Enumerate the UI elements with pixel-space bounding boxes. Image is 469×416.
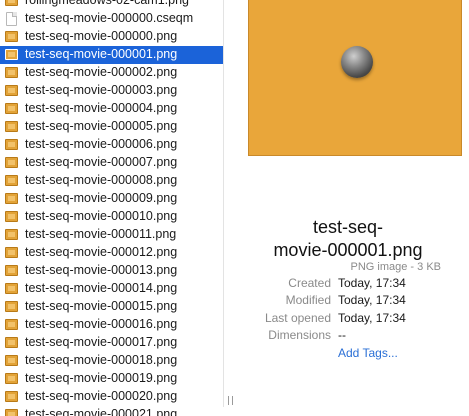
image-file-icon	[5, 103, 18, 114]
image-file-icon	[5, 283, 18, 294]
info-label: Modified	[285, 293, 331, 307]
file-name: test-seq-movie-000020.png	[25, 389, 178, 403]
info-label: Last opened	[264, 311, 331, 325]
file-name: test-seq-movie-000019.png	[25, 371, 178, 385]
file-row[interactable]: test-seq-movie-000011.png	[0, 226, 223, 244]
info-label: Dimensions	[268, 328, 331, 342]
preview-title-line2: movie-000001.png	[273, 240, 423, 260]
file-row[interactable]: test-seq-movie-000006.png	[0, 136, 223, 154]
image-file-icon	[5, 49, 18, 60]
image-file-icon	[5, 265, 18, 276]
file-name: test-seq-movie-000015.png	[25, 299, 178, 313]
file-row[interactable]: test-seq-movie-000005.png	[0, 118, 223, 136]
file-row[interactable]: test-seq-movie-000008.png	[0, 172, 223, 190]
file-row[interactable]: test-seq-movie-000009.png	[0, 190, 223, 208]
image-file-icon	[5, 175, 18, 186]
file-row[interactable]: test-seq-movie-000021.png	[0, 406, 223, 416]
file-name: test-seq-movie-000017.png	[25, 335, 178, 349]
file-name: test-seq-movie-000012.png	[25, 245, 178, 259]
file-name: test-seq-movie-000001.png	[25, 47, 178, 61]
file-name: rollingmeadows-02-cam1.png	[25, 0, 189, 7]
file-row[interactable]: test-seq-movie-000010.png	[0, 208, 223, 226]
preview-kind: PNG image - 3 KB	[350, 261, 441, 273]
image-file-icon	[5, 139, 18, 150]
file-name: test-seq-movie-000006.png	[25, 137, 178, 151]
info-label: Created	[288, 276, 331, 290]
file-name: test-seq-movie-000007.png	[25, 155, 178, 169]
image-file-icon	[5, 247, 18, 258]
image-file-icon	[5, 373, 18, 384]
resize-grip-icon[interactable]	[228, 396, 233, 405]
file-row[interactable]: test-seq-movie-000004.png	[0, 100, 223, 118]
add-tags-link[interactable]: Add Tags...	[338, 346, 398, 360]
file-name: test-seq-movie-000000.png	[25, 29, 178, 43]
file-row[interactable]: test-seq-movie-000020.png	[0, 388, 223, 406]
image-file-icon	[5, 229, 18, 240]
image-file-icon	[5, 355, 18, 366]
file-name: test-seq-movie-000011.png	[25, 227, 177, 241]
file-name: test-seq-movie-000010.png	[25, 209, 178, 223]
sphere-graphic	[341, 46, 373, 78]
file-row[interactable]: test-seq-movie-000017.png	[0, 334, 223, 352]
file-name: test-seq-movie-000021.png	[25, 407, 178, 416]
info-row-last-opened: Last opened Today, 17:34	[237, 311, 469, 328]
file-name: test-seq-movie-000009.png	[25, 191, 178, 205]
file-row[interactable]: test-seq-movie-000019.png	[0, 370, 223, 388]
file-name: test-seq-movie-000014.png	[25, 281, 178, 295]
file-row[interactable]: test-seq-movie-000016.png	[0, 316, 223, 334]
info-value: Today, 17:34	[338, 276, 406, 290]
file-row[interactable]: test-seq-movie-000015.png	[0, 298, 223, 316]
image-file-icon	[5, 121, 18, 132]
info-row-created: Created Today, 17:34	[237, 276, 469, 293]
file-name: test-seq-movie-000016.png	[25, 317, 178, 331]
file-name: test-seq-movie-000008.png	[25, 173, 178, 187]
file-row[interactable]: rollingmeadows-02-cam1.png	[0, 0, 223, 10]
file-row[interactable]: test-seq-movie-000002.png	[0, 64, 223, 82]
preview-title-line1: test-seq-	[312, 217, 384, 237]
info-value: Today, 17:34	[338, 293, 406, 307]
image-file-icon	[5, 0, 18, 6]
file-name: test-seq-movie-000013.png	[25, 263, 178, 277]
file-row[interactable]: test-seq-movie-000007.png	[0, 154, 223, 172]
image-file-icon	[5, 409, 18, 416]
file-row[interactable]: test-seq-movie-000000.cseqm	[0, 10, 223, 28]
file-row[interactable]: test-seq-movie-000000.png	[0, 28, 223, 46]
preview-title: test-seq- movie-000001.png	[237, 216, 459, 262]
preview-thumbnail	[248, 0, 462, 156]
file-name: test-seq-movie-000003.png	[25, 83, 178, 97]
image-file-icon	[5, 301, 18, 312]
image-file-icon	[5, 319, 18, 330]
file-row[interactable]: test-seq-movie-000018.png	[0, 352, 223, 370]
image-file-icon	[5, 391, 18, 402]
image-file-icon	[5, 67, 18, 78]
info-row-modified: Modified Today, 17:34	[237, 293, 469, 310]
file-list[interactable]: rollingmeadows-02-cam1.png test-seq-movie…	[0, 0, 223, 416]
image-file-icon	[5, 157, 18, 168]
image-file-icon	[5, 211, 18, 222]
image-file-icon	[5, 85, 18, 96]
document-file-icon	[6, 12, 17, 26]
file-name: test-seq-movie-000005.png	[25, 119, 178, 133]
info-value: --	[338, 328, 346, 342]
preview-pane: test-seq- movie-000001.png PNG image - 3…	[237, 0, 469, 407]
file-name: test-seq-movie-000000.cseqm	[25, 11, 194, 25]
file-row[interactable]: test-seq-movie-000014.png	[0, 280, 223, 298]
file-row[interactable]: test-seq-movie-000012.png	[0, 244, 223, 262]
file-name: test-seq-movie-000004.png	[25, 101, 178, 115]
column-divider[interactable]	[223, 0, 237, 407]
image-file-icon	[5, 337, 18, 348]
file-row[interactable]: test-seq-movie-000001.png	[0, 46, 223, 64]
file-row[interactable]: test-seq-movie-000003.png	[0, 82, 223, 100]
file-name: test-seq-movie-000002.png	[25, 65, 178, 79]
file-row[interactable]: test-seq-movie-000013.png	[0, 262, 223, 280]
file-name: test-seq-movie-000018.png	[25, 353, 178, 367]
image-file-icon	[5, 193, 18, 204]
image-file-icon	[5, 31, 18, 42]
info-row-dimensions: Dimensions --	[237, 328, 469, 345]
info-value: Today, 17:34	[338, 311, 406, 325]
